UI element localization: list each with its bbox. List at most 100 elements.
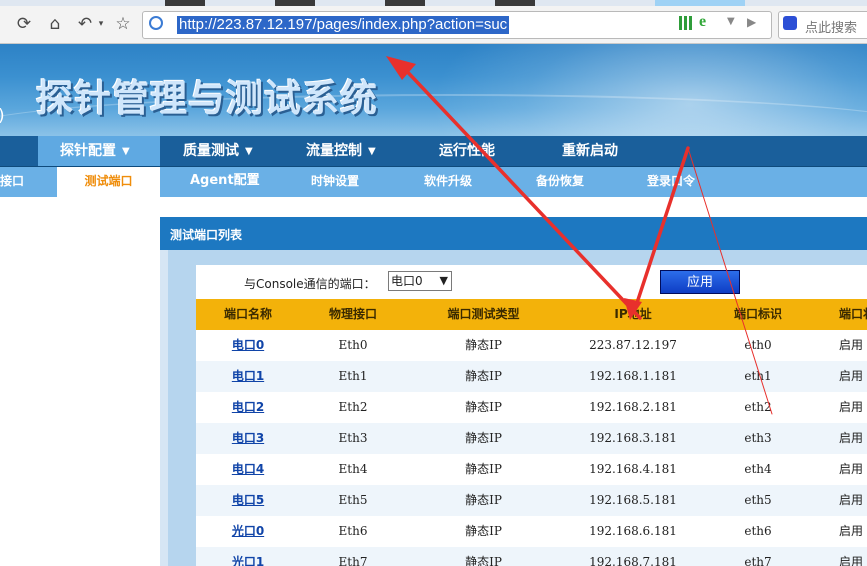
table-row: 电口5 Eth5 静态IP 192.168.5.181 eth5 启用	[196, 485, 867, 516]
cell-physical-interface: Eth3	[338, 431, 368, 445]
port-link[interactable]: 电口2	[232, 400, 264, 414]
subnav-clock-settings[interactable]: 时钟设置	[311, 167, 359, 197]
nav-traffic-control[interactable]: 流量控制 ▼	[306, 136, 376, 166]
cell-port-status: 启用	[839, 493, 864, 507]
nav-label: 重新启动	[562, 143, 618, 159]
cell-port-name[interactable]: 电口1	[196, 361, 300, 392]
cell-port-name[interactable]: 电口4	[196, 454, 300, 485]
col-header-ip-address: IP地址	[614, 307, 652, 321]
nav-label: 探针配置	[60, 143, 116, 159]
cell-ip-address: 192.168.2.181	[589, 400, 677, 414]
address-bar[interactable]: http://223.87.12.197/pages/index.php?act…	[142, 11, 772, 39]
cell-ip-address: 192.168.1.181	[589, 369, 677, 383]
go-icon[interactable]: ▶	[747, 15, 756, 29]
app-header: 探针管理与测试系统 )	[0, 44, 867, 136]
search-paw-icon	[783, 16, 797, 30]
cell-port-id: eth4	[744, 462, 772, 476]
cell-test-type: 静态IP	[465, 400, 502, 414]
subnav-software-upgrade[interactable]: 软件升级	[424, 167, 472, 197]
chevron-down-icon: ▼	[368, 146, 376, 157]
cell-port-name[interactable]: 电口3	[196, 423, 300, 454]
cell-port-name[interactable]: 光口1	[196, 547, 300, 566]
undo-icon[interactable]: ↶	[74, 13, 96, 35]
edge-e-icon[interactable]: e	[699, 13, 706, 31]
port-table: 端口名称 物理接口 端口测试类型 IP地址 端口标识 端口状 电口0 Eth0 静态…	[196, 299, 867, 566]
port-link[interactable]: 电口3	[232, 431, 264, 445]
col-header-port-status: 端口状	[839, 307, 867, 321]
sub-nav: 接口 测试端口 Agent配置 时钟设置 软件升级 备份恢复 登录口令	[0, 167, 867, 197]
port-link[interactable]: 电口4	[232, 462, 264, 476]
url-text[interactable]: http://223.87.12.197/pages/index.php?act…	[177, 16, 510, 34]
subnav-interface[interactable]: 接口	[0, 167, 24, 197]
col-header-physical-interface: 物理接口	[328, 307, 377, 321]
nav-probe-config[interactable]: 探针配置 ▼	[38, 136, 160, 166]
browser-toolbar: ⟳ ⌂ ↶ ▾ ☆ http://223.87.12.197/pages/ind…	[0, 6, 867, 44]
cell-port-id: eth5	[744, 493, 772, 507]
port-link[interactable]: 光口0	[232, 524, 264, 538]
chevron-down-icon[interactable]: ▼	[727, 16, 735, 27]
port-link[interactable]: 光口1	[232, 555, 264, 566]
cell-physical-interface: Eth4	[338, 462, 368, 476]
col-header-port-name: 端口名称	[223, 307, 272, 321]
cell-port-id: eth6	[744, 524, 772, 538]
cell-port-status: 启用	[839, 431, 864, 445]
cell-test-type: 静态IP	[465, 555, 502, 566]
cell-ip-address: 223.87.12.197	[589, 338, 677, 352]
app-title: 探针管理与测试系统	[36, 77, 378, 120]
refresh-icon[interactable]: ⟳	[14, 13, 34, 35]
cell-port-name[interactable]: 电口2	[196, 392, 300, 423]
nav-runtime-performance[interactable]: 运行性能	[439, 136, 495, 166]
subnav-agent-config[interactable]: Agent配置	[190, 167, 260, 197]
cell-ip-address: 192.168.7.181	[589, 555, 677, 566]
cell-physical-interface: Eth6	[338, 524, 368, 538]
nav-restart[interactable]: 重新启动	[562, 136, 618, 166]
cell-physical-interface: Eth5	[338, 493, 368, 507]
cell-physical-interface: Eth1	[338, 369, 368, 383]
console-port-select[interactable]: 电口0 ▼	[388, 271, 452, 291]
port-link[interactable]: 电口1	[232, 369, 264, 383]
chevron-down-icon: ▼	[439, 274, 448, 287]
table-row: 电口2 Eth2 静态IP 192.168.2.181 eth2 启用	[196, 392, 867, 423]
apply-button[interactable]: 应用	[660, 270, 740, 294]
home-icon[interactable]: ⌂	[44, 13, 66, 35]
subnav-login-password[interactable]: 登录口令	[647, 167, 695, 197]
star-icon[interactable]: ☆	[112, 13, 134, 35]
table-row: 光口0 Eth6 静态IP 192.168.6.181 eth6 启用	[196, 516, 867, 547]
cell-port-status: 启用	[839, 400, 864, 414]
nav-label: 运行性能	[439, 143, 495, 159]
cell-test-type: 静态IP	[465, 524, 502, 538]
cell-port-id: eth2	[744, 400, 772, 414]
header-edge-text: )	[0, 106, 5, 126]
cell-port-name[interactable]: 电口0	[196, 330, 300, 361]
search-box[interactable]: 点此搜索	[778, 11, 867, 39]
cell-physical-interface: Eth2	[338, 400, 368, 414]
col-header-port-id: 端口标识	[733, 307, 782, 321]
cell-ip-address: 192.168.5.181	[589, 493, 677, 507]
port-link[interactable]: 电口5	[232, 493, 264, 507]
subnav-test-port[interactable]: 测试端口	[57, 167, 160, 197]
cell-ip-address: 192.168.6.181	[589, 524, 677, 538]
nav-quality-test[interactable]: 质量测试 ▼	[183, 136, 253, 166]
cell-port-status: 启用	[839, 338, 864, 352]
cell-physical-interface: Eth7	[338, 555, 368, 566]
chevron-down-icon: ▼	[122, 146, 130, 157]
search-placeholder: 点此搜索	[805, 21, 858, 36]
cell-test-type: 静态IP	[465, 493, 502, 507]
main-nav: 探针配置 ▼ 质量测试 ▼ 流量控制 ▼ 运行性能 重新启动	[0, 136, 867, 167]
cell-ip-address: 192.168.3.181	[589, 431, 677, 445]
panel-header: 测试端口列表	[160, 217, 867, 250]
cell-port-id: eth1	[744, 369, 772, 383]
console-port-row: 与Console通信的端口： 电口0 ▼	[196, 265, 867, 299]
cell-port-name[interactable]: 光口0	[196, 516, 300, 547]
undo-dropdown-icon[interactable]: ▾	[96, 13, 106, 35]
table-row: 光口1 Eth7 静态IP 192.168.7.181 eth7 启用	[196, 547, 867, 566]
cell-test-type: 静态IP	[465, 431, 502, 445]
cell-port-name[interactable]: 电口5	[196, 485, 300, 516]
ie-icon	[149, 16, 163, 30]
qr-icon[interactable]	[679, 16, 693, 30]
table-row: 电口4 Eth4 静态IP 192.168.4.181 eth4 启用	[196, 454, 867, 485]
subnav-backup-restore[interactable]: 备份恢复	[536, 167, 584, 197]
left-blank-area	[0, 197, 160, 566]
panel-title: 测试端口列表	[170, 228, 243, 242]
port-link[interactable]: 电口0	[232, 338, 264, 352]
